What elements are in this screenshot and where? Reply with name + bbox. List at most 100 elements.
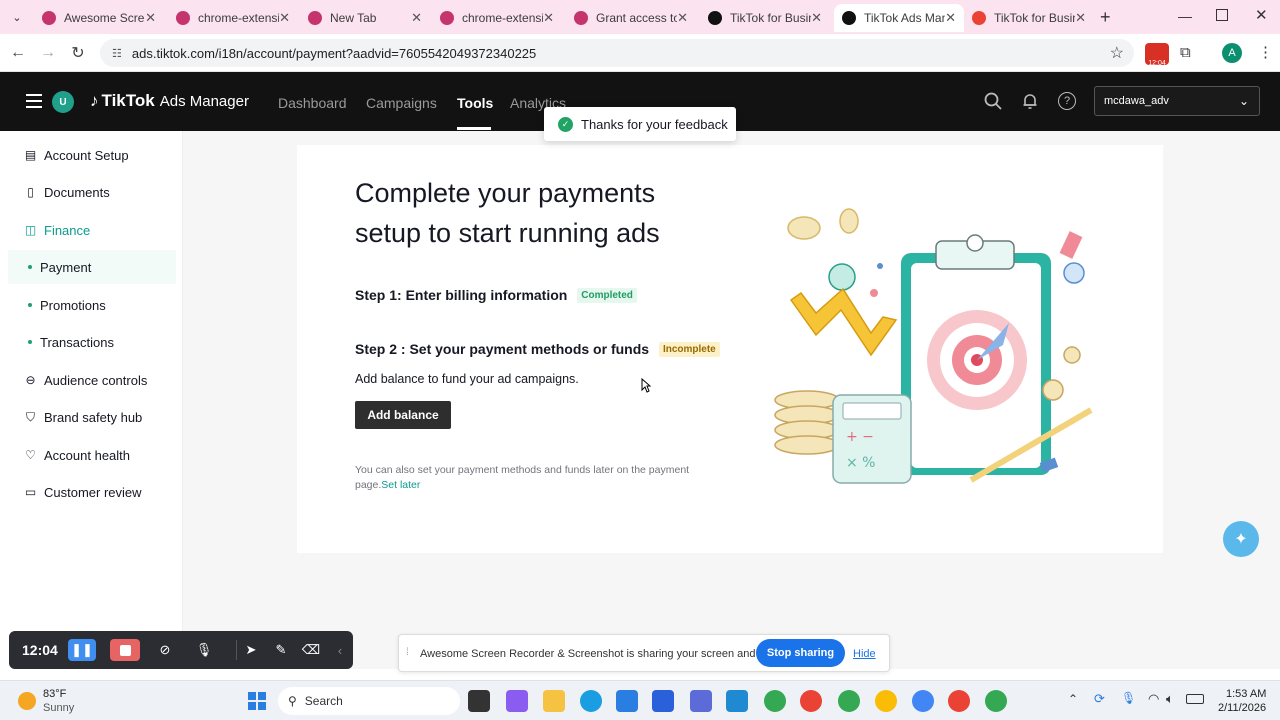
page-title: Complete your payments setup to start ru… [355,173,660,253]
browser-tab[interactable]: New Tab ✕ [300,4,430,32]
sidebar-item-transactions[interactable]: Transactions [8,325,176,359]
taskbar-search[interactable]: ⚲ Search [278,687,460,715]
notification-bell-icon[interactable] [1021,92,1039,110]
sidebar-item-audience-controls[interactable]: ⊖ Audience controls [8,363,176,397]
app-icon[interactable] [690,690,712,712]
tab-close-icon[interactable]: ✕ [811,10,822,26]
browser-tab[interactable]: TikTok for Busine✕ [700,4,830,32]
drag-handle-icon[interactable]: ⁞ [406,647,409,658]
chrome-icon [440,11,454,25]
sidebar-item-documents[interactable]: ▯ Documents [8,175,176,209]
microphone-icon[interactable]: 🎙︎ [189,639,219,661]
tab-close-icon[interactable]: ✕ [543,10,554,26]
browser-tab[interactable]: Awesome Screen✕ [34,4,164,32]
sidebar-item-label: Account Setup [44,147,129,163]
close-window-button[interactable]: ✕ [1255,6,1268,24]
help-icon[interactable]: ? [1058,92,1076,110]
brand-name: TikTok [101,91,155,110]
bullet-dot-icon [28,265,32,269]
tray-wifi-icon[interactable]: ◠ [1148,691,1159,707]
minimize-button[interactable]: — [1178,8,1192,24]
task-view-icon[interactable] [468,690,490,712]
store-icon[interactable] [616,690,638,712]
chrome-icon[interactable] [875,690,897,712]
tiktok-logo[interactable]: ♪ TikTok Ads Manager [90,91,249,111]
search-icon[interactable] [984,92,1002,110]
sidebar-item-promotions[interactable]: Promotions [8,288,176,322]
sidebar-item-account-setup[interactable]: ▤ Account Setup [8,138,176,172]
sidebar-item-customer-review[interactable]: ▭ Customer review [8,475,176,509]
chrome-icon [308,11,322,25]
vscode-icon[interactable] [726,690,748,712]
browser-tab[interactable]: chrome-extensio ✕ [432,4,562,32]
sidebar-item-label: Customer review [44,484,142,500]
clock-date[interactable]: 2/11/2026 [1218,702,1266,714]
forward-button[interactable]: → [36,41,60,65]
chrome-icon[interactable] [764,690,786,712]
account-selector[interactable]: mcdawa_adv ⌄ [1094,86,1260,116]
sidebar-item-finance[interactable]: ◫ Finance [8,213,176,247]
tray-sync-icon[interactable]: ⟳ [1094,691,1105,707]
clock-time[interactable]: 1:53 AM [1226,688,1266,700]
tray-chevron-up-icon[interactable]: ⌃ [1068,692,1078,706]
pen-tool-icon[interactable]: ✎ [271,639,291,661]
chrome-icon[interactable] [838,690,860,712]
extensions-puzzle-icon[interactable]: ⧉ [1180,44,1191,61]
windows-start-icon[interactable] [248,692,266,710]
browser-tab[interactable]: TikTok for Busine✕ [964,4,1094,32]
tab-close-icon[interactable]: ✕ [1075,10,1086,26]
hamburger-menu-icon[interactable] [26,94,42,108]
edge-icon[interactable] [580,690,602,712]
eraser-tool-icon[interactable]: ⌫ [301,639,321,661]
stop-record-button[interactable] [110,639,140,661]
site-info-icon[interactable]: ☷ [112,47,122,60]
stop-sharing-button[interactable]: Stop sharing [756,639,845,667]
set-later-link[interactable]: Set later [381,479,420,491]
tab-close-icon[interactable]: ✕ [145,10,156,26]
tab-search-icon[interactable]: ⌄ [8,8,26,26]
chrome-icon[interactable] [912,690,934,712]
file-explorer-icon[interactable] [543,690,565,712]
nav-tools[interactable]: Tools [457,95,493,111]
tab-close-icon[interactable]: ✕ [945,10,956,26]
browser-tab[interactable]: Grant access to f✕ [566,4,696,32]
address-bar[interactable]: ☷ ads.tiktok.com/i18n/account/payment?aa… [100,39,1134,67]
nav-dashboard[interactable]: Dashboard [278,95,347,111]
browser-tab[interactable]: chrome-extensio ✕ [168,4,298,32]
collapse-chevron-icon[interactable]: ‹ [333,639,347,661]
reload-button[interactable]: ↻ [66,41,90,65]
chrome-icon[interactable] [985,690,1007,712]
tab-close-icon[interactable]: ✕ [279,10,290,26]
pause-button[interactable]: ❚❚ [68,639,96,661]
tab-close-icon[interactable]: ✕ [677,10,688,26]
restore-button[interactable] [1216,9,1228,21]
browser-tab[interactable]: TikTok Ads Mana✕ [834,4,964,32]
power-automate-icon[interactable] [652,690,674,712]
payment-setup-illustration: + − × % [771,205,1101,490]
sidebar-item-account-health[interactable]: ♡ Account health [8,438,176,472]
add-balance-button[interactable]: Add balance [355,401,451,429]
tray-battery-icon[interactable] [1186,694,1204,704]
document-icon: ▯ [27,184,34,199]
camera-off-icon[interactable]: ⊘ [155,639,175,661]
sidebar-item-brand-safety-hub[interactable]: ⛉ Brand safety hub [8,400,176,434]
new-tab-button[interactable]: + [1100,7,1111,28]
browser-menu-icon[interactable]: ⋮ [1258,43,1273,61]
tab-close-icon[interactable]: ✕ [411,10,422,26]
chrome-icon[interactable] [800,690,822,712]
weather-sun-icon[interactable] [18,692,36,710]
user-avatar[interactable]: U [52,91,74,113]
tray-mic-icon[interactable]: 🎙︎ [1121,691,1136,705]
assistant-floating-icon[interactable]: ✦ [1223,521,1259,557]
pointer-tool-icon[interactable]: ➤ [241,639,261,661]
nav-campaigns[interactable]: Campaigns [366,95,437,111]
recorder-extension-icon[interactable]: 12:04 [1145,43,1169,67]
back-button[interactable]: ← [6,41,30,65]
chrome-icon[interactable] [948,690,970,712]
copilot-icon[interactable] [506,690,528,712]
sidebar-item-payment[interactable]: Payment [8,250,176,284]
profile-avatar[interactable]: A [1222,43,1242,63]
tray-volume-icon[interactable]: 🔈︎ [1166,691,1174,707]
bookmark-star-icon[interactable]: ☆ [1110,43,1124,63]
hide-link[interactable]: Hide [853,648,876,660]
